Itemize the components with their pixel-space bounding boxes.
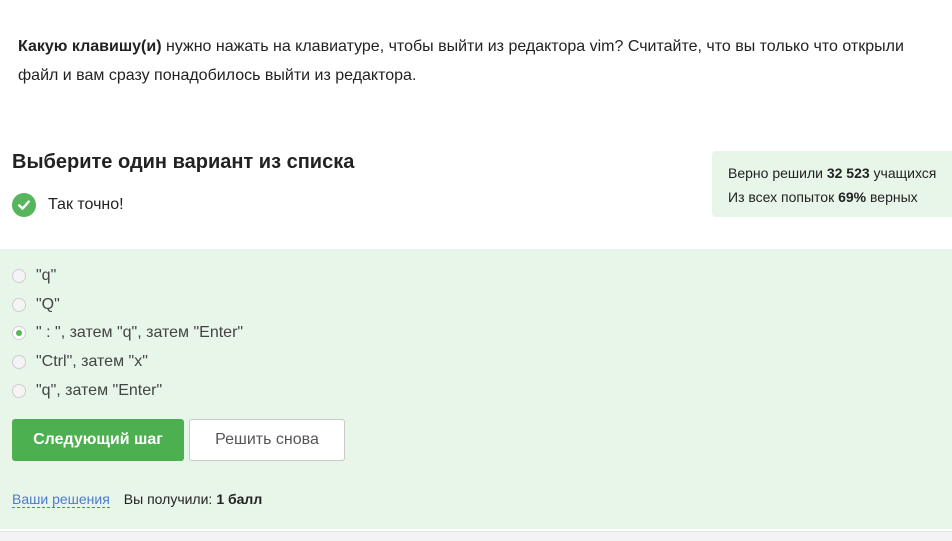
radio-button[interactable] <box>12 298 26 312</box>
question-text: Какую клавишу(и) нужно нажать на клавиат… <box>18 32 938 90</box>
option-3[interactable]: " : ", затем "q", затем "Enter" <box>12 322 243 344</box>
your-solutions-link[interactable]: Ваши решения <box>12 491 110 508</box>
option-label: "q", затем "Enter" <box>36 382 163 399</box>
choose-title: Выберите один вариант из списка <box>12 151 355 173</box>
question-bold: Какую клавишу(и) <box>18 38 162 55</box>
stats-solved-prefix: Верно решили <box>728 165 823 181</box>
stats-attempts-suffix: верных <box>870 189 918 205</box>
radio-button[interactable] <box>12 269 26 283</box>
option-label: "q" <box>36 267 57 284</box>
option-label: "Q" <box>36 296 60 313</box>
score-value: 1 балл <box>216 491 263 507</box>
check-circle-icon <box>12 193 36 217</box>
stats-attempts-prefix: Из всех попыток <box>728 189 835 205</box>
next-step-button[interactable]: Следующий шаг <box>12 419 184 461</box>
stats-solved-count: 32 523 <box>826 165 870 181</box>
question-line2: файл и вам сразу понадобилось выйти из р… <box>18 67 417 84</box>
stats-attempts-percent: 69% <box>838 189 867 205</box>
stats-attempts: Из всех попыток 69% верных <box>728 185 952 209</box>
option-5[interactable]: "q", затем "Enter" <box>12 380 162 402</box>
option-label: "Ctrl", затем "x" <box>36 353 148 370</box>
radio-button[interactable] <box>12 355 26 369</box>
options-panel: "q" "Q" " : ", затем "q", затем "Enter" … <box>0 249 952 529</box>
retry-button[interactable]: Решить снова <box>189 419 345 461</box>
option-4[interactable]: "Ctrl", затем "x" <box>12 351 148 373</box>
radio-button-selected[interactable] <box>12 326 26 340</box>
result-feedback: Так точно! <box>12 192 124 218</box>
option-1[interactable]: "q" <box>12 265 56 287</box>
option-label: " : ", затем "q", затем "Enter" <box>36 324 244 341</box>
stats-solved: Верно решили 32 523 учащихся <box>728 161 952 185</box>
stats-box: Верно решили 32 523 учащихся Из всех поп… <box>712 151 952 217</box>
footer-line: Ваши решения Вы получили: 1 балл <box>12 491 262 508</box>
result-text: Так точно! <box>48 196 124 213</box>
score-label: Вы получили: <box>123 491 213 507</box>
option-2[interactable]: "Q" <box>12 294 60 316</box>
question-rest: нужно нажать на клавиатуре, чтобы выйти … <box>161 38 904 55</box>
radio-button[interactable] <box>12 384 26 398</box>
stats-solved-suffix: учащихся <box>873 165 937 181</box>
